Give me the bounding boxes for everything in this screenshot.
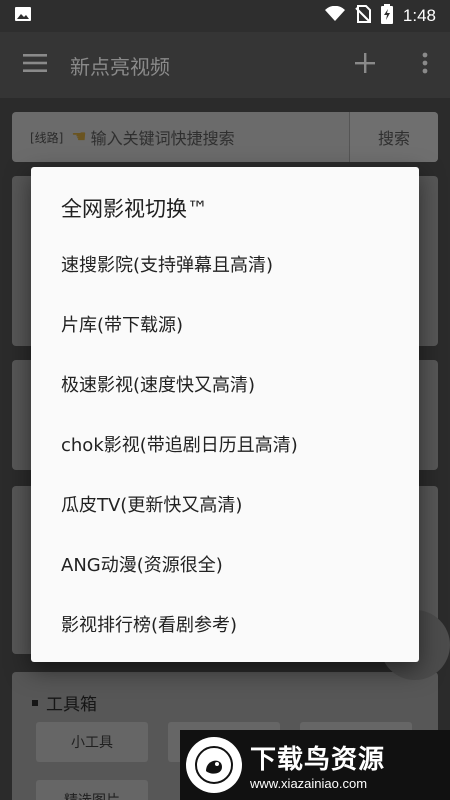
status-time: 1:48 <box>402 6 436 25</box>
no-sim-icon <box>355 4 371 28</box>
add-icon <box>355 53 375 77</box>
watermark: 下载鸟资源 www.xiazainiao.com <box>180 730 450 800</box>
dialog-option-chok[interactable]: chok影视(带追剧日历且高清) <box>61 431 298 457</box>
more-options-button[interactable] <box>400 32 450 98</box>
search-input[interactable]: ☚ 输入关键词快捷搜索 <box>71 112 350 162</box>
bird-logo-icon <box>186 737 242 793</box>
dialog-option-pianku[interactable]: 片库(带下载源) <box>61 311 183 337</box>
tool-button-featured-images[interactable]: 精选图片 <box>36 780 148 800</box>
bullet-icon <box>32 699 38 706</box>
menu-icon <box>23 54 47 76</box>
dialog-option-susou[interactable]: 速搜影院(支持弹幕且高清) <box>61 251 273 277</box>
toolbox-header: 工具箱 <box>32 690 97 715</box>
search-placeholder: 输入关键词快捷搜索 <box>90 129 235 148</box>
dialog-option-ang[interactable]: ANG动漫(资源很全) <box>61 551 223 577</box>
battery-charging-icon <box>380 3 393 29</box>
source-switch-dialog: 全网影视切换™ 速搜影院(支持弹幕且高清) 片库(带下载源) 极速影视(速度快又… <box>31 167 419 662</box>
watermark-text: 下载鸟资源 <box>250 745 386 775</box>
watermark-url: www.xiazainiao.com <box>250 776 368 791</box>
image-icon <box>14 6 32 26</box>
add-button[interactable] <box>330 32 400 98</box>
app-title: 新点亮视频 <box>70 54 170 79</box>
tool-button-small-tools[interactable]: 小工具 <box>36 722 148 762</box>
search-button[interactable]: 搜索 <box>350 112 438 162</box>
app-bar: 新点亮视频 <box>0 32 450 98</box>
menu-button[interactable] <box>0 32 70 98</box>
dialog-option-jisu[interactable]: 极速影视(速度快又高清) <box>61 371 255 397</box>
status-bar: 1:48 <box>0 0 450 32</box>
dialog-option-guapi[interactable]: 瓜皮TV(更新快又高清) <box>61 491 242 517</box>
toolbox-title: 工具箱 <box>46 695 97 715</box>
search-bar: [线路] ☚ 输入关键词快捷搜索 搜索 <box>12 112 438 162</box>
route-selector[interactable]: [线路] <box>12 112 71 162</box>
wifi-icon <box>324 5 345 27</box>
more-vert-icon <box>422 52 428 78</box>
hand-pointer-icon: ☚ <box>71 127 87 147</box>
dialog-title: 全网影视切换™ <box>61 197 208 221</box>
dialog-option-ranking[interactable]: 影视排行榜(看剧参考) <box>61 611 237 637</box>
